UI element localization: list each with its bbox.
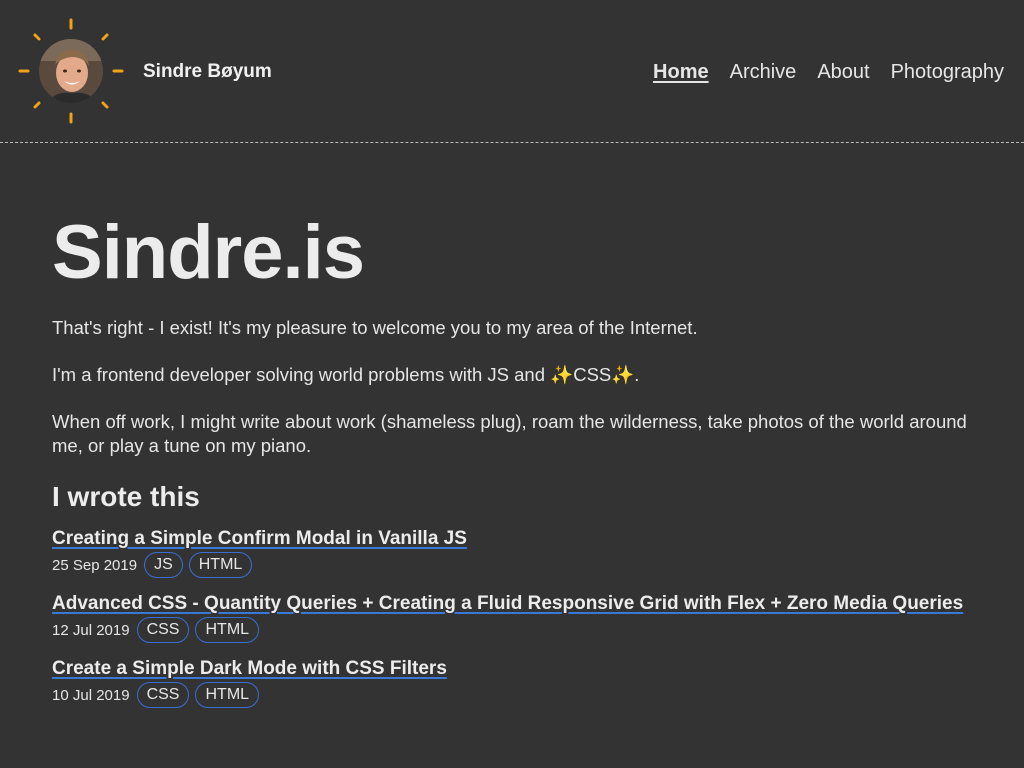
post-meta: 25 Sep 2019 JS HTML xyxy=(52,552,972,578)
css-word: CSS xyxy=(573,364,612,385)
intro-paragraph-1: That's right - I exist! It's my pleasure… xyxy=(52,317,698,338)
tag-css[interactable]: CSS xyxy=(136,617,190,643)
post-list: Creating a Simple Confirm Modal in Vanil… xyxy=(52,527,972,708)
intro-end: . xyxy=(634,364,640,385)
intro-text: I'm a frontend developer solving world p… xyxy=(52,364,551,385)
post-date: 10 Jul 2019 xyxy=(52,686,130,704)
post-item: Create a Simple Dark Mode with CSS Filte… xyxy=(52,657,972,708)
main-content: Sindre.is That's right - I exist! It's m… xyxy=(52,205,972,708)
tag-js[interactable]: JS xyxy=(144,552,183,578)
post-item: Advanced CSS - Quantity Queries + Creati… xyxy=(52,592,972,643)
tag-html[interactable]: HTML xyxy=(195,682,260,708)
post-title-link[interactable]: Advanced CSS - Quantity Queries + Creati… xyxy=(52,593,963,614)
nav-archive[interactable]: Archive xyxy=(730,60,797,84)
intro-paragraph-3: When off work, I might write about work … xyxy=(52,411,967,456)
posts-section-title: I wrote this xyxy=(52,481,200,512)
post-date: 12 Jul 2019 xyxy=(52,621,130,639)
post-item: Creating a Simple Confirm Modal in Vanil… xyxy=(52,527,972,578)
sparkle-icon: ✨ xyxy=(611,364,635,385)
site-header: Sindre Bøyum Home Archive About Photogra… xyxy=(0,0,1024,143)
avatar-logo[interactable] xyxy=(18,18,124,124)
tag-html[interactable]: HTML xyxy=(188,552,253,578)
nav-photography[interactable]: Photography xyxy=(891,60,1004,84)
post-title-link[interactable]: Creating a Simple Confirm Modal in Vanil… xyxy=(52,528,467,549)
intro-paragraph-2: I'm a frontend developer solving world p… xyxy=(52,363,972,387)
post-meta: 12 Jul 2019 CSS HTML xyxy=(52,617,972,643)
nav-home[interactable]: Home xyxy=(653,60,709,84)
post-title-link[interactable]: Create a Simple Dark Mode with CSS Filte… xyxy=(52,658,447,679)
avatar xyxy=(39,39,103,103)
tag-html[interactable]: HTML xyxy=(195,617,260,643)
main-nav: Home Archive About Photography xyxy=(653,60,1004,84)
intro: That's right - I exist! It's my pleasure… xyxy=(52,316,972,458)
post-meta: 10 Jul 2019 CSS HTML xyxy=(52,682,972,708)
post-date: 25 Sep 2019 xyxy=(52,556,138,574)
site-name-link[interactable]: Sindre Bøyum xyxy=(143,60,272,84)
sparkle-icon: ✨ xyxy=(550,364,574,385)
tag-css[interactable]: CSS xyxy=(136,682,190,708)
hero-title: Sindre.is xyxy=(52,210,365,295)
nav-about[interactable]: About xyxy=(817,60,869,84)
